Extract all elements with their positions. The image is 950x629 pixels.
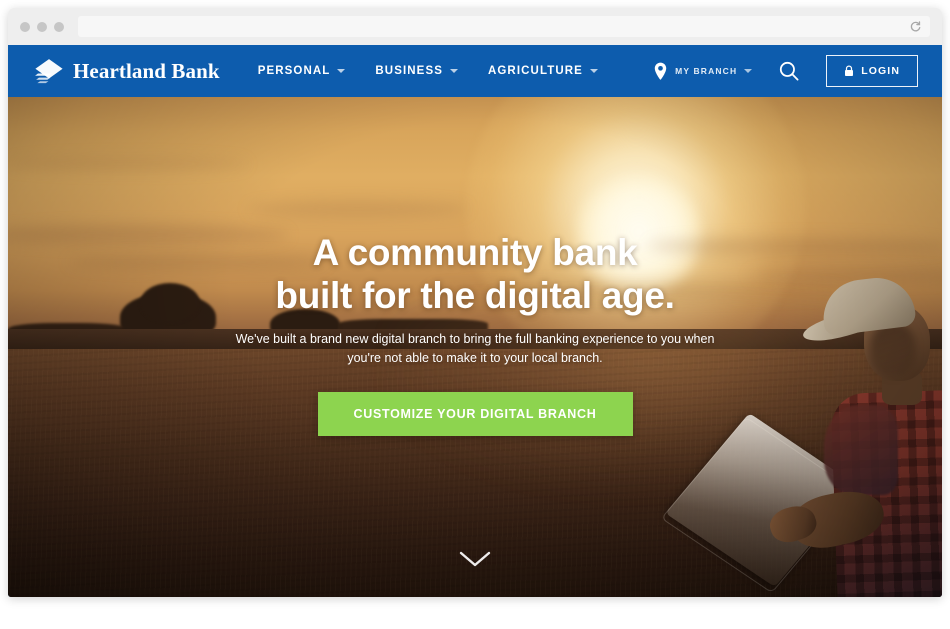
- window-controls: [20, 21, 64, 32]
- chevron-down-icon: [744, 69, 753, 73]
- chevron-down-icon: [589, 69, 598, 73]
- customize-digital-branch-button[interactable]: CUSTOMIZE YOUR DIGITAL BRANCH: [317, 392, 633, 437]
- address-bar[interactable]: [78, 16, 930, 37]
- nav-item-personal-label: PERSONAL: [257, 65, 331, 77]
- header-utilities: MY BRANCH LOGIN: [653, 55, 918, 87]
- headline-line-2: built for the digital age.: [275, 275, 675, 317]
- minimize-window-button[interactable]: [37, 21, 47, 32]
- nav-item-business-label: BUSINESS: [375, 65, 443, 77]
- page-title: A community bank built for the digital a…: [8, 97, 942, 318]
- lock-icon: [844, 65, 854, 77]
- nav-item-business[interactable]: BUSINESS: [375, 65, 458, 77]
- chevron-down-icon: [337, 69, 346, 73]
- heartland-diamond-logo-icon: [34, 58, 64, 85]
- browser-window: Heartland Bank PERSONAL BUSINESS AGRICUL…: [8, 8, 942, 597]
- login-button-label: LOGIN: [861, 65, 900, 77]
- primary-nav: PERSONAL BUSINESS AGRICULTURE: [258, 65, 598, 77]
- chevron-down-icon: [449, 69, 458, 73]
- search-icon[interactable]: [778, 60, 800, 82]
- brand-name: Heartland Bank: [73, 58, 220, 83]
- my-branch-label: MY BRANCH: [675, 66, 738, 76]
- close-window-button[interactable]: [20, 21, 30, 32]
- brand-logo-link[interactable]: Heartland Bank: [34, 58, 220, 85]
- site-header: Heartland Bank PERSONAL BUSINESS AGRICUL…: [8, 45, 942, 97]
- reload-icon[interactable]: [909, 20, 922, 33]
- chevron-down-icon[interactable]: [458, 549, 492, 569]
- nav-item-agriculture-label: AGRICULTURE: [487, 65, 583, 77]
- nav-item-personal[interactable]: PERSONAL: [258, 65, 346, 77]
- page-viewport: Heartland Bank PERSONAL BUSINESS AGRICUL…: [8, 45, 942, 597]
- headline-line-1: A community bank: [312, 232, 638, 273]
- login-button[interactable]: LOGIN: [826, 55, 918, 87]
- maximize-window-button[interactable]: [54, 21, 64, 32]
- browser-titlebar: [8, 8, 942, 45]
- hero-section: A community bank built for the digital a…: [8, 97, 942, 597]
- hero-subheading: We've built a brand new digital branch t…: [235, 331, 715, 365]
- nav-item-agriculture[interactable]: AGRICULTURE: [488, 65, 598, 77]
- map-pin-icon: [653, 62, 668, 81]
- my-branch-selector[interactable]: MY BRANCH: [653, 62, 753, 81]
